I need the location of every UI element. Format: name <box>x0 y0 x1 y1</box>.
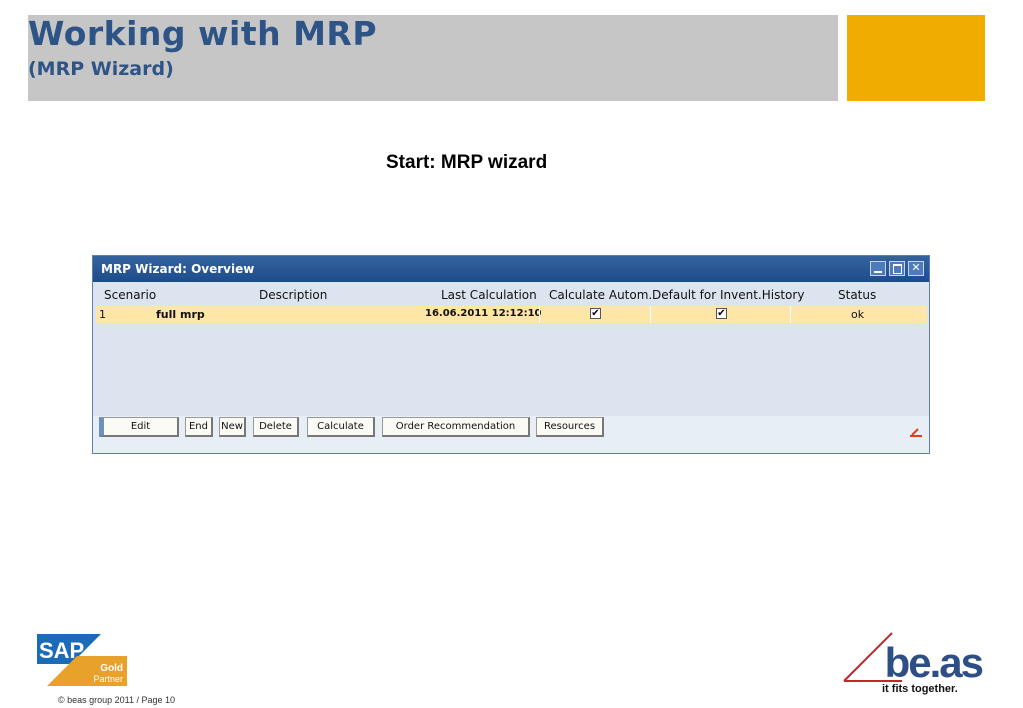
cell-last-calculation: 16.06.2011 12:12:10 <box>425 308 542 319</box>
col-header-status[interactable]: Status <box>838 288 876 302</box>
col-header-description[interactable]: Description <box>259 288 327 302</box>
sap-badge-partner: Partner <box>93 674 123 684</box>
mrp-wizard-window: MRP Wizard: Overview ✕ Scenario Descript… <box>92 255 930 454</box>
header-accent-block <box>847 15 985 101</box>
window-titlebar[interactable]: MRP Wizard: Overview ✕ <box>93 256 929 282</box>
slide-title: Working with MRP <box>28 14 378 53</box>
end-button[interactable]: End <box>185 417 213 437</box>
beas-logo-text: be.as <box>885 639 983 683</box>
sap-gold-partner-logo: SAP Gold Partner <box>37 634 127 686</box>
beas-logo: be.as <box>843 632 985 683</box>
grid-empty-area <box>96 323 927 415</box>
column-separator <box>790 306 791 323</box>
copyright-text: © beas group 2011 / Page 10 <box>58 695 176 705</box>
maximize-icon <box>893 264 902 274</box>
delete-button[interactable]: Delete <box>253 417 299 437</box>
col-header-calculate-autom[interactable]: Calculate Autom. <box>549 288 652 302</box>
minimize-icon <box>874 271 882 273</box>
new-button[interactable]: New <box>219 417 246 437</box>
cell-scenario: 1 <box>99 308 106 321</box>
resources-button[interactable]: Resources <box>536 417 604 437</box>
sap-badge-gold: Gold <box>100 663 123 674</box>
calculate-button[interactable]: Calculate <box>307 417 375 437</box>
order-recommendation-button[interactable]: Order Recommendation <box>382 417 530 437</box>
close-button[interactable]: ✕ <box>908 261 924 276</box>
cell-status: ok <box>851 308 865 321</box>
minimize-button[interactable] <box>870 261 886 276</box>
slide-subtitle: (MRP Wizard) <box>28 58 174 80</box>
close-icon: ✕ <box>911 262 921 274</box>
column-separator <box>539 306 540 323</box>
edit-button[interactable]: Edit <box>99 417 179 437</box>
resize-grip-icon[interactable] <box>909 426 923 438</box>
window-title: MRP Wizard: Overview <box>101 262 255 276</box>
maximize-button[interactable] <box>889 261 905 276</box>
grid-header: Scenario Description Last Calculation Ca… <box>93 282 929 306</box>
cell-description: full mrp <box>156 308 205 321</box>
beas-tagline: it fits together. <box>882 683 958 695</box>
col-header-last-calculation[interactable]: Last Calculation <box>441 288 537 302</box>
column-separator <box>650 306 651 323</box>
table-row[interactable]: 1 full mrp 16.06.2011 12:12:10 ✔ ✔ ok <box>96 306 927 323</box>
calculate-autom-checkbox[interactable]: ✔ <box>590 308 601 319</box>
default-invent-history-checkbox[interactable]: ✔ <box>716 308 727 319</box>
slide-heading: Start: MRP wizard <box>386 152 548 173</box>
button-bar: Edit End New Delete Calculate Order Reco… <box>93 416 929 453</box>
col-header-default-invent-history[interactable]: Default for Invent.History <box>652 288 804 302</box>
col-header-scenario[interactable]: Scenario <box>104 288 156 302</box>
